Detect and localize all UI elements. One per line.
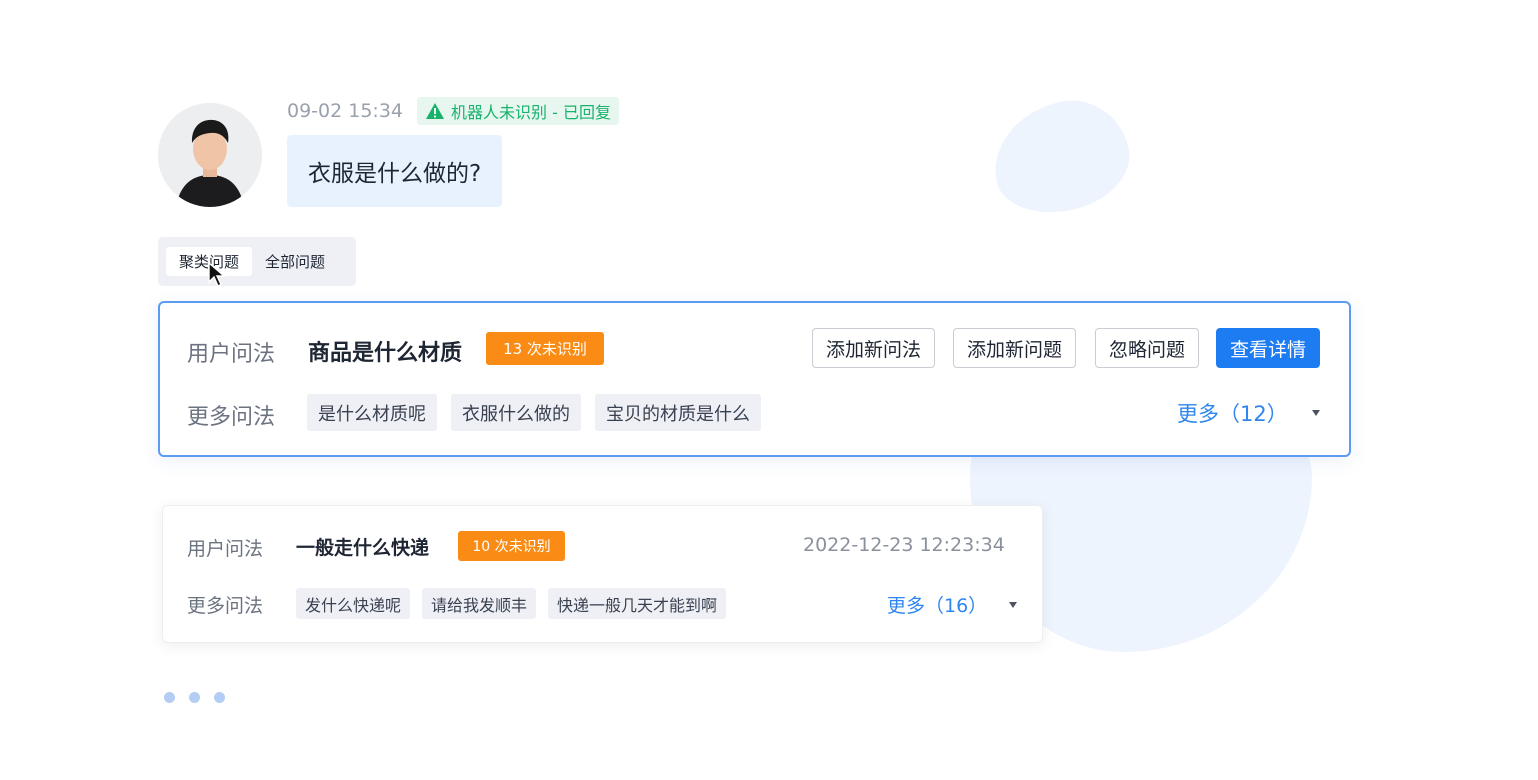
more-phrasings-label: 更多问法 bbox=[187, 405, 276, 430]
view-details-button[interactable]: 查看详情 bbox=[1216, 328, 1321, 368]
question-title: 商品是什么材质 bbox=[308, 341, 463, 366]
user-avatar bbox=[158, 103, 262, 207]
decorative-blob-top bbox=[983, 90, 1139, 224]
more-link-text: 更多（12） bbox=[1177, 402, 1288, 426]
loading-dot bbox=[214, 692, 225, 703]
loading-dot bbox=[189, 692, 200, 703]
mouse-cursor-icon bbox=[208, 262, 226, 287]
unrecognized-count-badge: 13 次未识别 bbox=[486, 332, 604, 365]
loading-dot bbox=[164, 692, 175, 703]
message-meta: 09-02 15:34 机器人未识别 - 已回复 bbox=[287, 97, 619, 125]
message-bubble: 衣服是什么做的? bbox=[287, 135, 503, 207]
question-card-1[interactable]: 用户问法 商品是什么材质 13 次未识别 添加新问法 添加新问题 忽略问题 查看… bbox=[158, 301, 1351, 457]
more-phrasings-link[interactable]: 更多（12） bbox=[1177, 398, 1320, 428]
more-link-text: 更多（16） bbox=[887, 595, 988, 617]
question-timestamp: 2022-12-23 12:23:34 bbox=[803, 534, 1005, 556]
phrasing-chip: 请给我发顺丰 bbox=[422, 588, 537, 619]
phrasing-chip: 是什么材质呢 bbox=[307, 394, 437, 431]
caret-down-icon bbox=[1311, 410, 1320, 416]
tab-all-questions[interactable]: 全部问题 bbox=[252, 247, 338, 276]
ignore-question-button[interactable]: 忽略问题 bbox=[1095, 328, 1200, 368]
user-question-label: 用户问法 bbox=[187, 342, 276, 367]
status-text: 机器人未识别 - 已回复 bbox=[451, 103, 611, 122]
phrasing-chip: 发什么快递呢 bbox=[296, 588, 411, 619]
message-text: 衣服是什么做的? bbox=[308, 161, 482, 187]
phrasing-chips: 是什么材质呢 衣服什么做的 宝贝的材质是什么 bbox=[307, 394, 761, 431]
add-phrasing-button[interactable]: 添加新问法 bbox=[812, 328, 936, 368]
phrasing-chip: 宝贝的材质是什么 bbox=[595, 394, 761, 431]
question-card-2[interactable]: 用户问法 一般走什么快递 10 次未识别 2022-12-23 12:23:34… bbox=[162, 505, 1043, 643]
more-phrasings-label: 更多问法 bbox=[187, 595, 264, 617]
more-phrasings-link[interactable]: 更多（16） bbox=[887, 591, 1018, 618]
loading-dots bbox=[164, 692, 225, 703]
phrasing-chips: 发什么快递呢 请给我发顺丰 快递一般几天才能到啊 bbox=[296, 588, 727, 619]
message-time: 09-02 15:34 bbox=[287, 100, 404, 122]
warning-triangle-icon bbox=[426, 103, 445, 119]
question-title: 一般走什么快递 bbox=[296, 537, 430, 559]
status-badge: 机器人未识别 - 已回复 bbox=[417, 97, 619, 125]
phrasing-chip: 衣服什么做的 bbox=[451, 394, 581, 431]
unrecognized-count-badge: 10 次未识别 bbox=[458, 531, 565, 561]
user-question-label: 用户问法 bbox=[187, 538, 264, 560]
caret-down-icon bbox=[1009, 601, 1018, 608]
add-question-button[interactable]: 添加新问题 bbox=[953, 328, 1077, 368]
question-tabs: 聚类问题 全部问题 bbox=[158, 237, 356, 286]
phrasing-chip: 快递一般几天才能到啊 bbox=[548, 588, 727, 619]
